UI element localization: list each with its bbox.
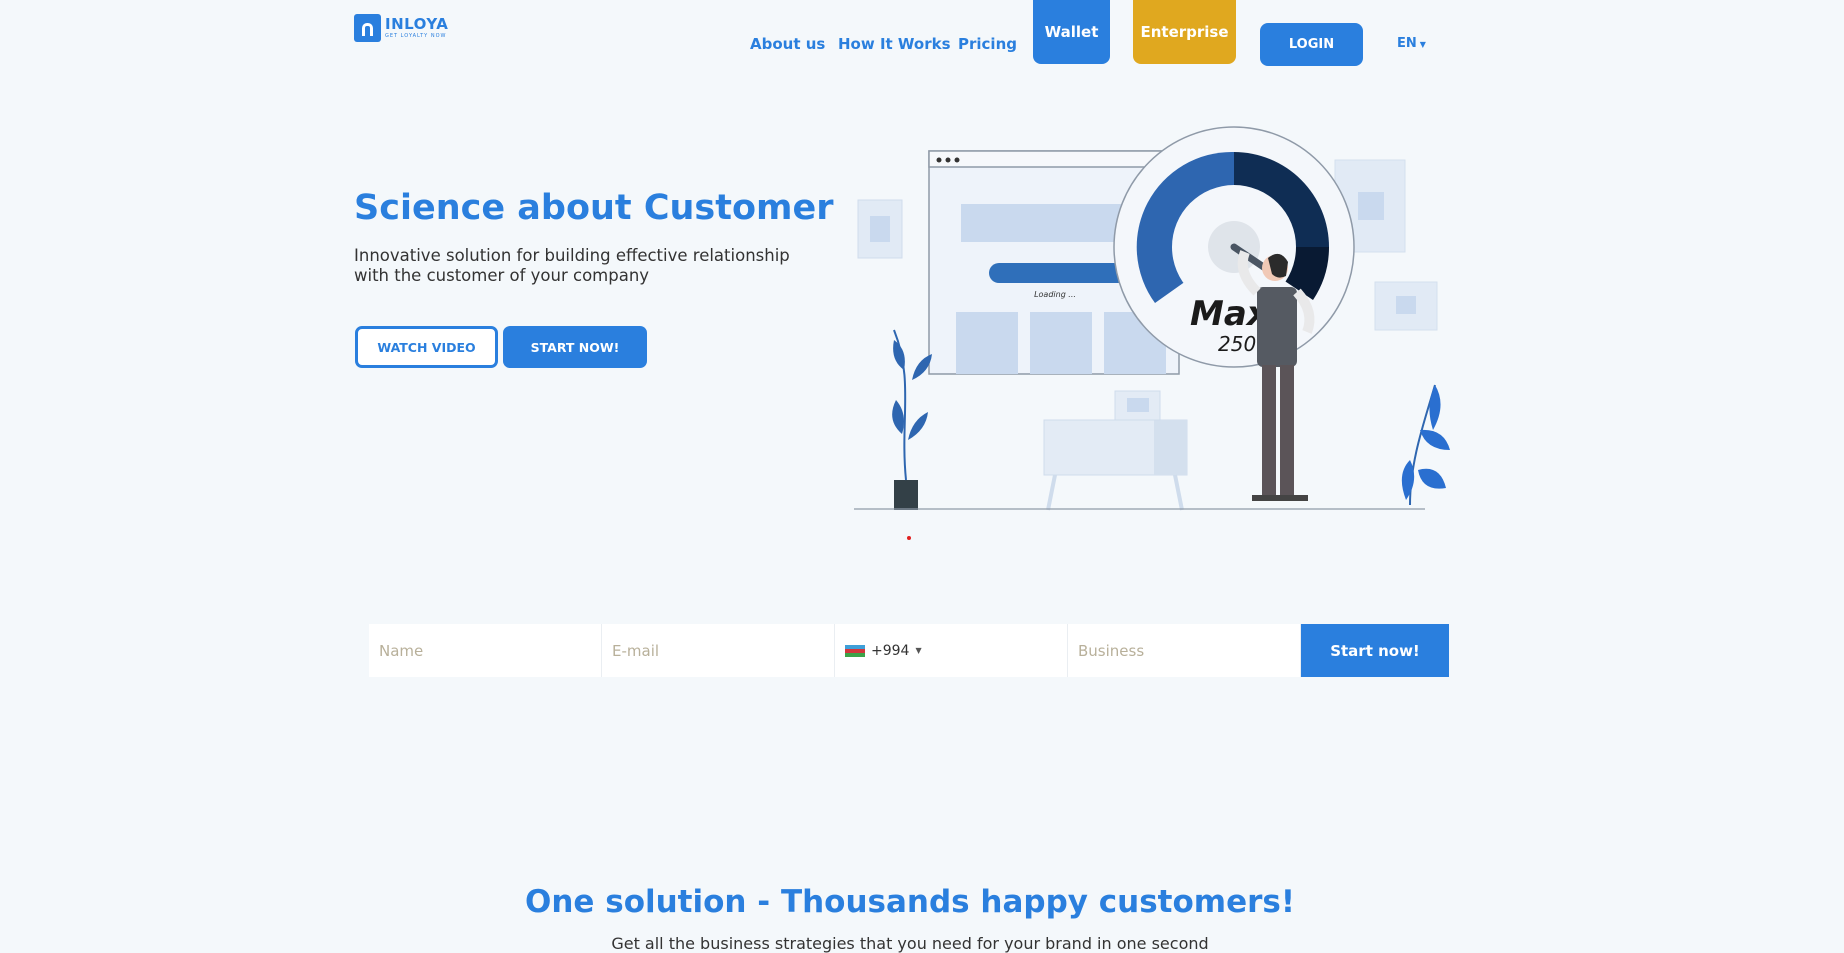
nav-how-it-works[interactable]: How It Works	[838, 35, 951, 53]
chevron-down-icon: ▼	[1419, 40, 1426, 49]
language-selector[interactable]: EN ▼	[1397, 36, 1426, 51]
business-input[interactable]: Business	[1068, 624, 1301, 677]
submit-button[interactable]: Start now!	[1301, 624, 1449, 677]
azerbaijan-flag-icon[interactable]	[845, 644, 865, 657]
hero-subtitle: Innovative solution for building effecti…	[354, 246, 790, 285]
phone-code: +994	[871, 642, 910, 659]
email-input[interactable]: E-mail	[602, 624, 835, 677]
nav-about-us[interactable]: About us	[750, 35, 825, 53]
enterprise-button[interactable]: Enterprise	[1133, 0, 1236, 64]
watch-video-button[interactable]: WATCH VIDEO	[355, 326, 498, 368]
section-title: One solution - Thousands happy customers…	[525, 884, 1295, 920]
loading-text: Loading ...	[1034, 290, 1076, 299]
signup-form: Name E-mail +994 ▼ Business Start now!	[369, 624, 1450, 677]
phone-input[interactable]: +994 ▼	[835, 624, 1068, 677]
carousel-indicator[interactable]	[907, 536, 911, 540]
nav-pricing[interactable]: Pricing	[958, 35, 1017, 53]
start-now-button[interactable]: START NOW!	[503, 326, 647, 368]
name-input[interactable]: Name	[369, 624, 602, 677]
hero-illustration: Loading ... Max 250	[854, 126, 1450, 511]
login-button[interactable]: LOGIN	[1260, 23, 1363, 66]
hero-title: Science about Customer	[354, 188, 834, 228]
wallet-button[interactable]: Wallet	[1033, 0, 1110, 64]
chevron-down-icon: ▼	[915, 646, 922, 655]
main-navigation: About us How It Works Pricing Wallet Ent…	[0, 0, 1844, 70]
language-label: EN	[1397, 36, 1417, 51]
gauge-number-text: 250	[1218, 332, 1256, 356]
